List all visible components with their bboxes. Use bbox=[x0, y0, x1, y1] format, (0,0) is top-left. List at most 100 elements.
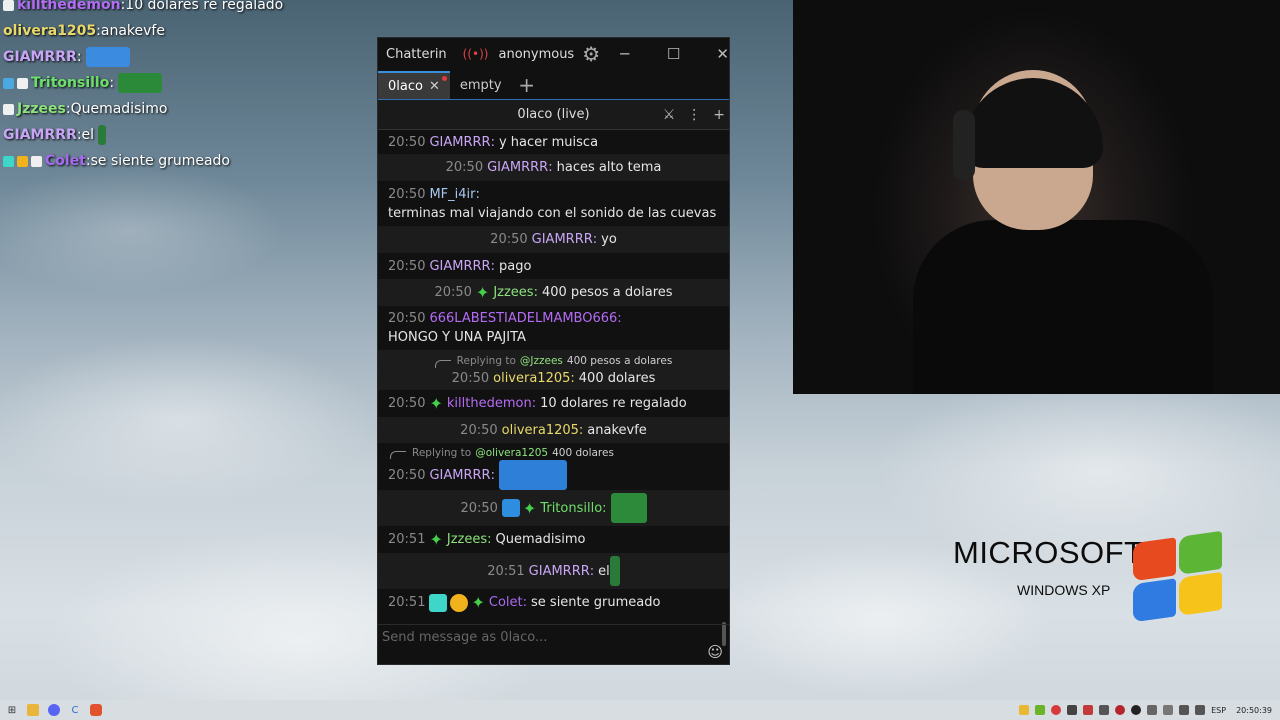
tab-label: empty bbox=[459, 77, 502, 93]
message-input[interactable] bbox=[378, 625, 729, 664]
chat-message[interactable]: 20:50 GIAMRRR: yo bbox=[378, 226, 729, 253]
emote-image[interactable] bbox=[609, 556, 620, 586]
chat-message[interactable]: 20:51 ✦ Colet: se siente grumeado bbox=[378, 589, 729, 616]
username[interactable]: killthedemon bbox=[447, 394, 532, 413]
battery-icon[interactable] bbox=[1163, 705, 1174, 715]
chat-message[interactable]: Replying to @Jzzees 400 pesos a dolares 20:… bbox=[378, 350, 729, 390]
message-body: 20:50 olivera1205:400 dolares bbox=[442, 369, 666, 388]
star-badge-icon[interactable]: ✦ bbox=[476, 283, 489, 302]
message-text: 400 pesos a dolares bbox=[541, 285, 673, 300]
nvidia-icon[interactable] bbox=[1035, 705, 1046, 715]
chat-badge-icon[interactable] bbox=[450, 593, 469, 612]
volume-icon[interactable] bbox=[1195, 705, 1206, 715]
username[interactable]: Tritonsillo bbox=[540, 499, 602, 518]
username[interactable]: olivera1205 bbox=[493, 369, 570, 388]
username[interactable]: olivera1205 bbox=[502, 421, 579, 440]
brave-icon[interactable] bbox=[90, 704, 102, 716]
chat-message[interactable]: 20:50 666LABESTIADELMAMBO666: HONGO Y UNA … bbox=[378, 306, 729, 350]
obs-icon[interactable] bbox=[1131, 705, 1142, 715]
chat-message[interactable]: 20:50 GIAMRRR: haces alto tema bbox=[378, 154, 729, 181]
chat-message[interactable]: 20:50 MF_i4ir: terminas mal viajando con e… bbox=[378, 181, 729, 226]
chat-message[interactable]: 20:50 ✦ killthedemon:10 dolares re regalad… bbox=[378, 390, 729, 417]
reply-username[interactable]: @olivera1205 bbox=[475, 447, 548, 459]
minimize-button[interactable]: ─ bbox=[600, 38, 649, 70]
title-bar[interactable]: Chatterin ((•)) anonymous ⚙ ─ ☐ ✕ bbox=[378, 38, 729, 70]
emote-image[interactable] bbox=[610, 493, 647, 523]
app-title: Chatterin bbox=[386, 46, 447, 62]
discord-icon[interactable] bbox=[48, 704, 60, 716]
message-text: Quemadisimo bbox=[495, 532, 586, 547]
username[interactable]: GIAMRRR bbox=[487, 158, 548, 177]
app-tray-icon[interactable] bbox=[1099, 705, 1110, 715]
file-explorer-icon[interactable] bbox=[27, 704, 39, 716]
sword-icon[interactable]: ⚔ bbox=[663, 107, 676, 123]
overlay-username: GIAMRRR bbox=[3, 49, 77, 65]
app-tray-icon[interactable] bbox=[1147, 705, 1158, 715]
message-body: 20:50 ✦ killthedemon:10 dolares re regalad… bbox=[378, 394, 729, 413]
chat-message[interactable]: 20:51 GIAMRRR: el bbox=[378, 553, 729, 589]
username[interactable]: GIAMRRR bbox=[532, 230, 593, 249]
message-text: y hacer muisca bbox=[498, 134, 599, 150]
star-badge-icon[interactable]: ✦ bbox=[523, 499, 536, 518]
star-badge-icon[interactable]: ✦ bbox=[471, 593, 484, 612]
language-indicator[interactable]: ESP bbox=[1211, 706, 1226, 715]
maximize-button[interactable]: ☐ bbox=[649, 38, 698, 70]
username[interactable]: GIAMRRR bbox=[429, 466, 490, 485]
app-tray-icon[interactable] bbox=[1067, 705, 1078, 715]
split-menu-button[interactable]: ⋮ bbox=[687, 107, 701, 123]
chat-badge-icon[interactable] bbox=[429, 593, 448, 612]
username[interactable]: Jzzees bbox=[493, 283, 533, 302]
username[interactable]: GIAMRRR bbox=[429, 133, 490, 152]
overlay-chat-line: GIAMRRR: el bbox=[3, 122, 283, 148]
close-button[interactable]: ✕ bbox=[698, 38, 747, 70]
network-icon[interactable] bbox=[1179, 705, 1190, 715]
colon-separator: : bbox=[570, 371, 575, 386]
timestamp: 20:50 bbox=[388, 186, 426, 202]
emote-image[interactable] bbox=[498, 460, 567, 490]
tab-close-icon[interactable]: ✕ bbox=[429, 79, 440, 94]
chat-message[interactable]: Replying to @olivera1205 400 dolares 20:50 G… bbox=[378, 443, 729, 490]
star-badge-icon[interactable]: ✦ bbox=[429, 530, 442, 549]
tab-0laco[interactable]: 0laco ✕ bbox=[378, 71, 450, 99]
browser-icon[interactable]: C bbox=[69, 704, 81, 716]
clock[interactable]: 20:50:39 bbox=[1236, 706, 1272, 715]
gear-icon[interactable]: ⚙ bbox=[582, 42, 600, 66]
username[interactable]: 666LABESTIADELMAMBO666 bbox=[429, 309, 617, 328]
split-header[interactable]: 0laco (live) ⚔ ⋮ + bbox=[378, 100, 729, 130]
chat-message[interactable]: 20:50 ✦ Jzzees:400 pesos a dolares bbox=[378, 279, 729, 306]
timestamp: 20:51 bbox=[487, 563, 525, 579]
reply-context[interactable]: Replying to @olivera1205 400 dolares bbox=[378, 443, 729, 460]
username[interactable]: Jzzees bbox=[447, 530, 487, 549]
username[interactable]: MF_i4ir bbox=[429, 185, 475, 204]
chat-message[interactable]: 20:50 GIAMRRR: y hacer muisca bbox=[378, 130, 729, 154]
antivirus-icon[interactable] bbox=[1051, 705, 1062, 715]
chat-message[interactable]: 20:51 ✦ Jzzees: Quemadisimo bbox=[378, 526, 729, 553]
start-button[interactable]: ⊞ bbox=[6, 704, 18, 716]
app-tray-icon[interactable] bbox=[1083, 705, 1094, 715]
chat-badge-icon[interactable] bbox=[501, 499, 520, 517]
timestamp: 20:50 bbox=[388, 467, 426, 483]
chat-message[interactable]: 20:50 GIAMRRR: pago bbox=[378, 253, 729, 279]
account-switcher[interactable]: anonymous bbox=[498, 47, 574, 62]
timestamp: 20:51 bbox=[388, 595, 426, 610]
add-tab-button[interactable]: + bbox=[512, 71, 542, 99]
emoji-button[interactable]: ☺ bbox=[707, 643, 723, 661]
reply-context[interactable]: Replying to @Jzzees 400 pesos a dolares bbox=[423, 352, 685, 369]
tab-empty[interactable]: empty bbox=[450, 71, 512, 99]
message-body: 20:50 GIAMRRR: yo bbox=[480, 230, 627, 249]
add-split-button[interactable]: + bbox=[713, 107, 725, 123]
star-badge-icon[interactable]: ✦ bbox=[429, 394, 442, 413]
username[interactable]: Colet bbox=[489, 593, 523, 612]
record-icon[interactable] bbox=[1115, 705, 1126, 715]
overlay-chat-line: killthedemon: 10 dolares re regalado bbox=[3, 0, 283, 18]
message-list[interactable]: 20:50 GIAMRRR: y hacer muisca 20:50 GIAMRRR:… bbox=[378, 130, 729, 623]
chat-message[interactable]: 20:50 ✦ Tritonsillo: bbox=[378, 490, 729, 526]
username[interactable]: GIAMRRR bbox=[429, 257, 490, 276]
chat-message[interactable]: 20:50 olivera1205: anakevfe bbox=[378, 417, 729, 443]
message-text: pago bbox=[498, 258, 532, 274]
username[interactable]: GIAMRRR bbox=[529, 562, 590, 581]
live-broadcast-icon[interactable]: ((•)) bbox=[463, 47, 489, 61]
warning-icon[interactable] bbox=[1019, 705, 1030, 715]
reply-text: 400 dolares bbox=[552, 446, 614, 459]
message-text: se siente grumeado bbox=[531, 595, 661, 610]
